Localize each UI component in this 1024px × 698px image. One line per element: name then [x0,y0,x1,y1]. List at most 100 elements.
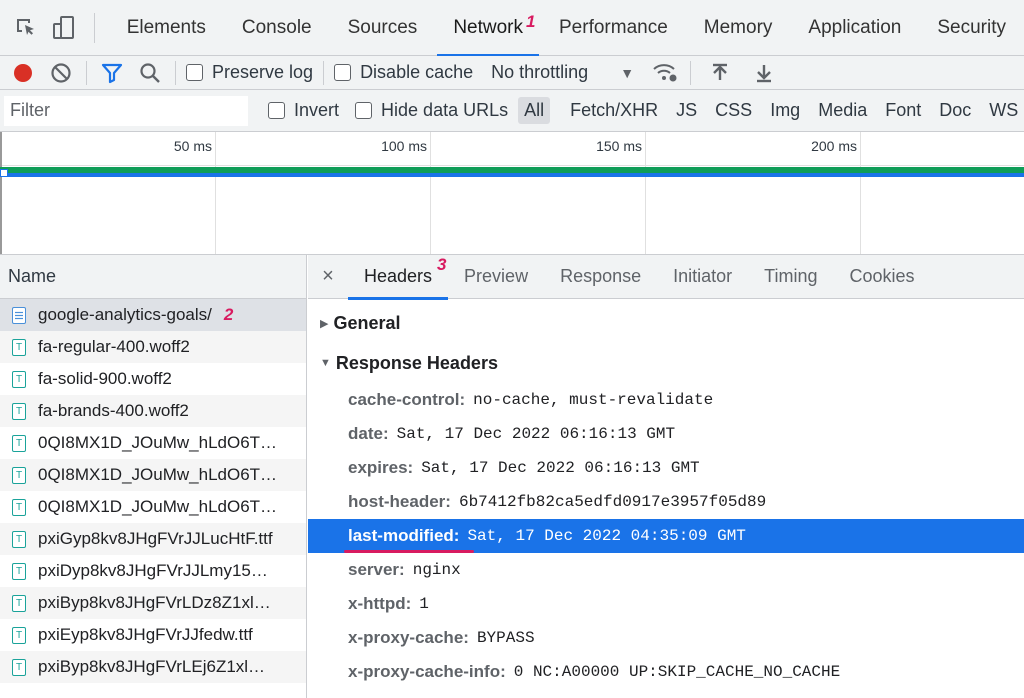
type-filter-img[interactable]: Img [764,97,806,124]
tab-initiator[interactable]: Initiator [657,255,748,299]
header-value: BYPASS [476,629,535,647]
filter-input[interactable] [4,95,248,126]
disable-cache-checkbox[interactable]: Disable cache [334,62,473,83]
header-row-selected[interactable]: last-modified: Sat, 17 Dec 2022 04:35:09 … [308,519,1024,553]
general-section-header[interactable]: ▶ General [308,303,1024,343]
throttling-value: No throttling [491,62,589,82]
request-row[interactable]: T 0QI8MX1D_JOuMw_hLdO6T… [0,459,306,491]
export-har-icon[interactable] [749,58,779,88]
collapse-triangle-icon: ▼ [320,357,331,369]
header-row[interactable]: x-httpd: 1 [308,587,1024,621]
tab-separator [94,12,95,43]
checkbox-box[interactable] [268,102,285,119]
request-row[interactable]: T 0QI8MX1D_JOuMw_hLdO6T… [0,427,306,459]
request-name: fa-regular-400.woff2 [38,337,190,356]
tab-label: Performance [559,16,668,38]
invert-checkbox[interactable]: Invert [268,100,339,121]
timeline-start-line [0,132,2,254]
import-har-icon[interactable] [705,58,735,88]
checkbox-box[interactable] [186,64,203,81]
type-filter-doc[interactable]: Doc [933,97,977,124]
header-row[interactable]: x-proxy-cache: BYPASS [308,621,1024,655]
tab-performance[interactable]: Performance [541,0,686,56]
request-row[interactable]: TpxiGyp8kv8JHgFVrJJLucHtF.ttf [0,523,306,555]
tab-label: Console [241,16,312,38]
checkbox-label: Hide data URLs [381,100,509,120]
column-header-label: Name [8,266,57,286]
type-filter-js[interactable]: JS [670,97,703,124]
section-title: Response Headers [335,352,498,373]
timeline-overview[interactable]: 50 ms 100 ms 150 ms 200 ms [0,132,1024,255]
tab-memory[interactable]: Memory [686,0,791,56]
tab-elements[interactable]: Elements [109,0,224,56]
tab-preview[interactable]: Preview [448,255,544,299]
tab-cookies[interactable]: Cookies [834,255,931,299]
close-icon[interactable]: × [308,265,348,288]
timeline-gridline [215,132,216,254]
request-list: Name google-analytics-goals/ 2 Tfa-regul… [0,255,307,698]
request-row[interactable]: TpxiByp8kv8JHgFVrLEj6Z1xl… [0,651,306,683]
tab-response[interactable]: Response [544,255,657,299]
header-key: last-modified: [348,526,460,545]
network-conditions-icon[interactable] [650,58,680,88]
request-row[interactable]: TpxiByp8kv8JHgFVrLDz8Z1xl… [0,587,306,619]
type-filter-all[interactable]: All [518,97,551,124]
header-value: Sat, 17 Dec 2022 06:16:13 GMT [421,459,700,477]
header-value: 6b7412fb82ca5edfd0917e3957f05d89 [458,493,767,511]
request-row[interactable]: Tfa-regular-400.woff2 [0,331,306,363]
filter-icon[interactable] [97,58,127,88]
tab-headers[interactable]: Headers [348,255,449,300]
chevron-down-icon: ▼ [620,64,635,81]
header-row[interactable]: host-header: 6b7412fb82ca5edfd0917e3957f0… [308,485,1024,519]
request-row[interactable]: Tfa-solid-900.woff2 [0,363,306,395]
tab-console[interactable]: Console [224,0,330,56]
request-row[interactable]: T 0QI8MX1D_JOuMw_hLdO6T… [0,491,306,523]
response-headers-section-header[interactable]: ▼ Response Headers [308,343,1024,383]
tab-label: Sources [347,16,418,38]
record-button[interactable] [8,58,38,88]
timeline-tick-label: 150 ms [596,138,642,154]
tab-label: Application [808,16,902,38]
preserve-log-checkbox[interactable]: Preserve log [186,62,313,83]
header-row[interactable]: x-proxy-cache-info: 0 NC:A00000 UP:SKIP_C… [308,655,1024,689]
timeline-tick-label: 50 ms [173,138,212,154]
header-row[interactable]: cache-control: no-cache, must-revalidate [308,383,1024,417]
tab-label: Initiator [673,266,733,286]
request-row[interactable]: TpxiDyp8kv8JHgFVrJJLmy15… [0,555,306,587]
tab-application[interactable]: Application [790,0,919,56]
timeline-marker [0,169,8,177]
name-column-header[interactable]: Name [0,255,306,299]
header-row[interactable]: server: nginx [308,553,1024,587]
tab-label: Network [453,16,523,38]
checkbox-box[interactable] [334,64,352,81]
timeline-gridline [430,132,431,254]
tab-timing[interactable]: Timing [748,255,833,299]
type-filter-fetch-xhr[interactable]: Fetch/XHR [564,97,664,124]
throttling-select[interactable]: No throttling ▼ [491,62,634,83]
header-value: nginx [412,561,461,579]
request-row[interactable]: google-analytics-goals/ 2 [0,299,306,331]
hide-data-urls-checkbox[interactable]: Hide data URLs [355,100,508,121]
header-key: x-proxy-cache-info: [348,662,506,681]
font-file-icon: T [12,402,26,420]
type-filter-css[interactable]: CSS [709,97,758,124]
checkbox-label: Invert [294,100,340,120]
tab-sources[interactable]: Sources [330,0,436,56]
inspect-element-icon[interactable] [14,14,38,42]
request-row[interactable]: TpxiEyp8kv8JHgFVrJJfedw.ttf [0,619,306,651]
clear-button[interactable] [46,58,76,88]
toolbar-separator [175,60,176,85]
type-filter-ws[interactable]: WS [983,97,1024,124]
header-key: expires: [348,458,414,477]
header-row[interactable]: date: Sat, 17 Dec 2022 06:16:13 GMT [308,417,1024,451]
header-row[interactable]: expires: Sat, 17 Dec 2022 06:16:13 GMT [308,451,1024,485]
device-toolbar-icon[interactable] [52,14,76,42]
checkbox-box[interactable] [355,102,373,119]
checkbox-label: Preserve log [212,62,314,82]
request-row[interactable]: Tfa-brands-400.woff2 [0,395,306,427]
type-filter-media[interactable]: Media [812,97,873,124]
tab-security[interactable]: Security [919,0,1024,56]
type-filter-font[interactable]: Font [879,97,927,124]
search-icon[interactable] [135,58,165,88]
detail-tab-bar: × Headers Preview Response Initiator Tim… [308,255,1024,300]
